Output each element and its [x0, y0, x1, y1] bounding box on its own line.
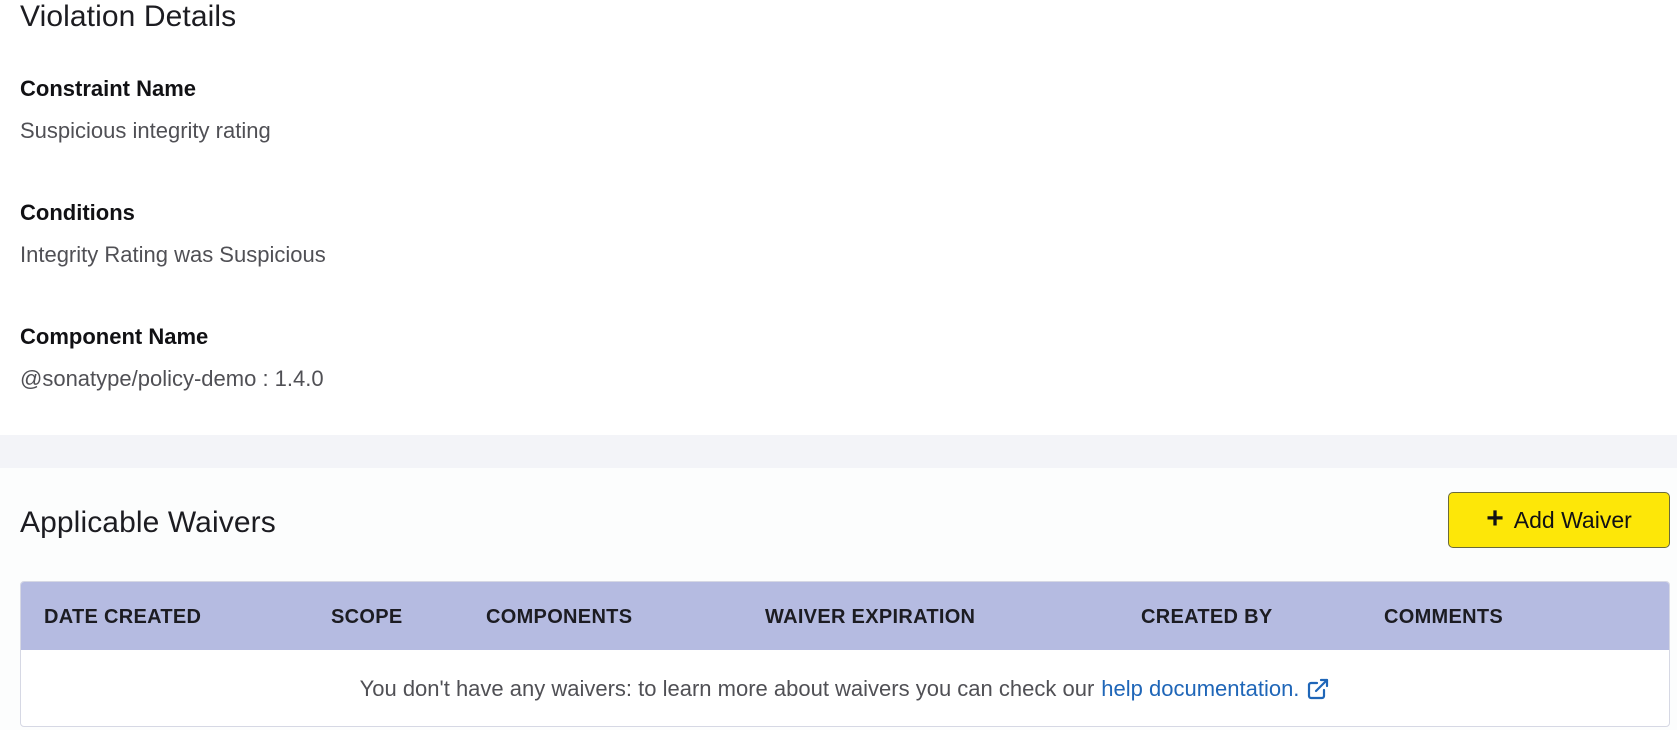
component-name-value: @sonatype/policy-demo : 1.4.0 [20, 366, 324, 391]
constraint-name-label: Constraint Name [20, 76, 197, 101]
conditions-label: Conditions [20, 200, 135, 225]
column-scope[interactable]: SCOPE [331, 606, 403, 629]
applicable-waivers-panel: Applicable Waivers + Add Waiver DATE CRE… [0, 468, 1677, 730]
waivers-table: DATE CREATED SCOPE COMPONENTS WAIVER EXP… [20, 581, 1670, 727]
column-waiver-expiration[interactable]: WAIVER EXPIRATION [765, 606, 975, 629]
violation-details-panel: Violation Details Constraint Name Suspic… [0, 0, 1677, 435]
conditions-value: Integrity Rating was Suspicious [20, 242, 326, 267]
plus-icon: + [1486, 501, 1504, 535]
violation-details-title: Violation Details [20, 0, 237, 33]
column-comments[interactable]: COMMENTS [1384, 606, 1503, 629]
add-waiver-button[interactable]: + Add Waiver [1448, 492, 1670, 548]
empty-waivers-text: You don't have any waivers: to learn mor… [359, 676, 1095, 701]
column-created-by[interactable]: CREATED BY [1141, 606, 1273, 629]
applicable-waivers-title: Applicable Waivers [20, 506, 276, 539]
column-date-created[interactable]: DATE CREATED [44, 606, 201, 629]
empty-waivers-message: You don't have any waivers: to learn mor… [21, 650, 1669, 726]
section-separator [0, 435, 1677, 468]
component-name-label: Component Name [20, 324, 209, 349]
external-link-icon[interactable] [1306, 677, 1330, 701]
add-waiver-label: Add Waiver [1513, 506, 1632, 533]
help-documentation-label: help documentation. [1101, 676, 1300, 701]
help-documentation-link[interactable]: help documentation. [1101, 676, 1299, 702]
column-components[interactable]: COMPONENTS [486, 606, 632, 629]
waivers-table-header: DATE CREATED SCOPE COMPONENTS WAIVER EXP… [21, 582, 1669, 650]
constraint-name-value: Suspicious integrity rating [20, 118, 271, 143]
